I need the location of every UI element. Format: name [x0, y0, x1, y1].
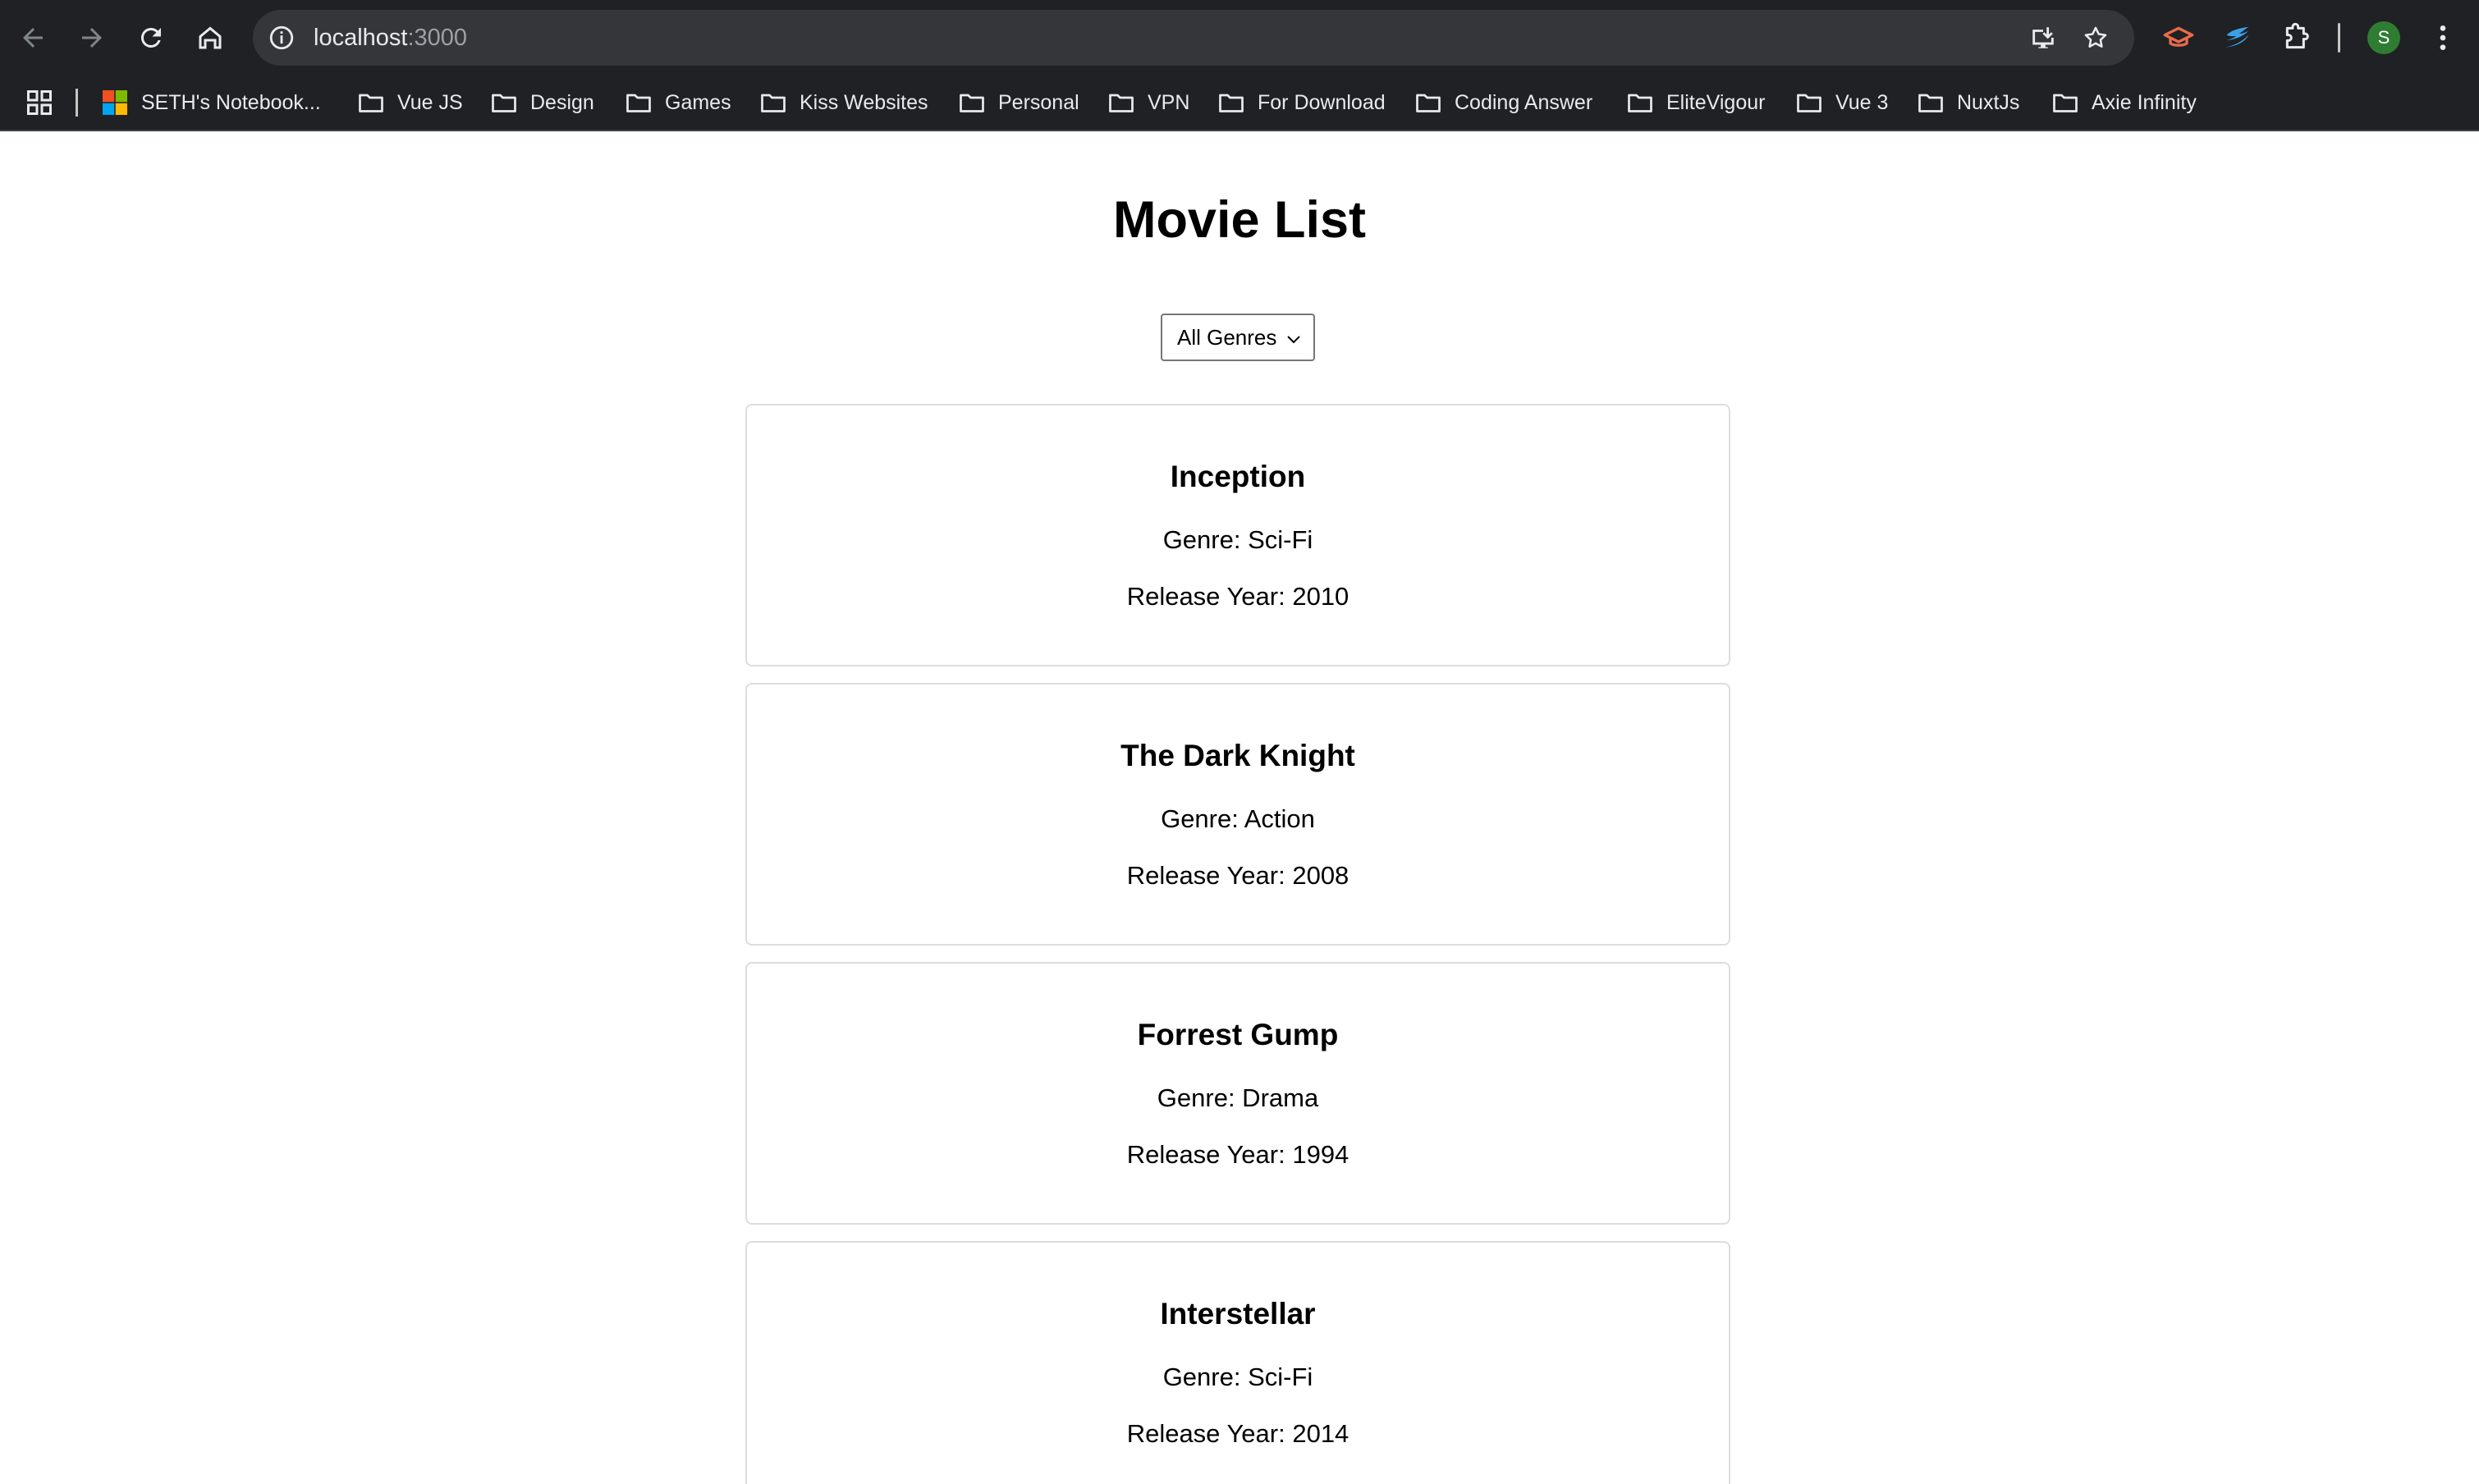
movie-release-year: Release Year: 1994	[1126, 1140, 1349, 1169]
back-arrow-icon	[23, 28, 43, 48]
address-bar[interactable]: localhost:3000	[253, 10, 2134, 66]
bookmark-folder-vue-js[interactable]: Vue JS	[356, 76, 463, 130]
bookmark-label: NuxtJs	[1957, 90, 2020, 114]
movie-release-year: Release Year: 2014	[1126, 1419, 1349, 1448]
folder-icon	[492, 94, 516, 112]
url-text: localhost:3000	[314, 25, 468, 51]
bookmark-label: Games	[665, 90, 731, 114]
home-button[interactable]	[189, 16, 231, 59]
bookmark-label: Design	[530, 90, 594, 114]
extension-wave-icon[interactable]	[2221, 21, 2254, 54]
toolbar-separator	[2338, 23, 2340, 53]
reload-button[interactable]	[130, 16, 172, 59]
bookmark-label: Vue 3	[1835, 90, 1889, 114]
bookmark-folder-vpn[interactable]: VPN	[1107, 76, 1189, 130]
movie-title: Forrest Gump	[1137, 1018, 1339, 1051]
movie-release-year: Release Year: 2008	[1126, 861, 1349, 890]
folder-icon	[1219, 94, 1244, 112]
site-info-icon[interactable]	[268, 24, 296, 52]
bookmark-label: EliteVigour	[1666, 90, 1766, 114]
movie-genre: Genre: Action	[1161, 804, 1315, 833]
movie-card: The Dark Knight Genre: Action Release Ye…	[745, 683, 1730, 946]
bookmark-folder-design[interactable]: Design	[489, 76, 594, 130]
bookmark-folder-axie-infinity[interactable]: Axie Infinity	[2051, 76, 2197, 130]
home-icon	[199, 26, 222, 49]
bookmark-label: Coding Answer	[1455, 90, 1593, 114]
folder-icon	[2053, 94, 2078, 112]
movie-release-year: Release Year: 2010	[1126, 582, 1349, 611]
back-button[interactable]	[11, 16, 54, 59]
extensions-puzzle-icon[interactable]	[2280, 21, 2313, 54]
movie-title: Inception	[1170, 460, 1306, 493]
apps-grid-icon	[27, 90, 52, 115]
folder-icon	[1797, 94, 1821, 112]
bookmark-folder-games[interactable]: Games	[624, 76, 731, 130]
movie-title: Interstellar	[1160, 1297, 1316, 1331]
folder-icon	[1628, 94, 1652, 112]
bookmark-star-icon[interactable]	[2082, 24, 2110, 52]
page-content: Movie List All Genres Inception Genre: S…	[0, 133, 2479, 1484]
bookmark-label: SETH's Notebook...	[141, 90, 321, 114]
apps-button[interactable]	[25, 76, 54, 130]
forward-arrow-icon	[82, 28, 102, 48]
more-menu-icon[interactable]	[2426, 21, 2459, 54]
movie-genre: Genre: Drama	[1157, 1083, 1319, 1112]
bookmark-label: For Download	[1258, 90, 1386, 114]
microsoft-logo-icon	[103, 90, 127, 115]
bookmark-label: Axie Infinity	[2092, 90, 2197, 114]
forward-button[interactable]	[71, 16, 113, 59]
bookmark-folder-nuxtjs[interactable]: NuxtJs	[1916, 76, 2019, 130]
bookmark-label: VPN	[1148, 90, 1190, 114]
folder-icon	[761, 94, 786, 112]
movie-card: Interstellar Genre: Sci-Fi Release Year:…	[745, 1241, 1730, 1484]
movie-genre: Genre: Sci-Fi	[1162, 1363, 1313, 1391]
bookmarks-bar: SETH's Notebook... Vue JS Design Games K…	[0, 76, 2479, 131]
bookmark-folder-for-download[interactable]: For Download	[1217, 76, 1386, 130]
bookmark-folder-kiss-websites[interactable]: Kiss Websites	[758, 76, 928, 130]
movie-title: The Dark Knight	[1120, 739, 1355, 772]
folder-icon	[960, 94, 984, 112]
folder-icon	[1416, 94, 1441, 112]
browser-toolbar: localhost:3000 S	[0, 0, 2479, 76]
bookmark-label: Personal	[998, 90, 1079, 114]
bookmarks-separator	[76, 89, 78, 117]
movie-card: Inception Genre: Sci-Fi Release Year: 20…	[745, 404, 1730, 666]
extension-graduation-cap-icon[interactable]	[2162, 21, 2195, 54]
genre-filter-value: All Genres	[1177, 324, 1277, 350]
bookmark-folder-vue-3[interactable]: Vue 3	[1794, 76, 1888, 130]
page-title: Movie List	[1112, 191, 1367, 249]
install-app-icon[interactable]	[2029, 24, 2057, 52]
reload-icon	[140, 27, 161, 48]
bookmark-label: Vue JS	[397, 90, 463, 114]
bookmark-folder-personal[interactable]: Personal	[957, 76, 1079, 130]
movie-card: Forrest Gump Genre: Drama Release Year: …	[745, 962, 1730, 1225]
folder-icon	[626, 94, 651, 112]
bookmark-seths-notebook[interactable]: SETH's Notebook...	[100, 76, 321, 130]
chevron-down-icon	[1287, 336, 1300, 344]
folder-icon	[1109, 94, 1134, 112]
genre-filter-select[interactable]: All Genres	[1161, 314, 1315, 361]
profile-avatar[interactable]: S	[2367, 21, 2400, 54]
folder-icon	[1918, 94, 1943, 112]
movie-genre: Genre: Sci-Fi	[1162, 525, 1313, 554]
bookmark-label: Kiss Websites	[800, 90, 928, 114]
bookmark-folder-coding-answer[interactable]: Coding Answer	[1414, 76, 1592, 130]
bookmark-folder-elitevigour[interactable]: EliteVigour	[1625, 76, 1765, 130]
folder-icon	[359, 94, 383, 112]
